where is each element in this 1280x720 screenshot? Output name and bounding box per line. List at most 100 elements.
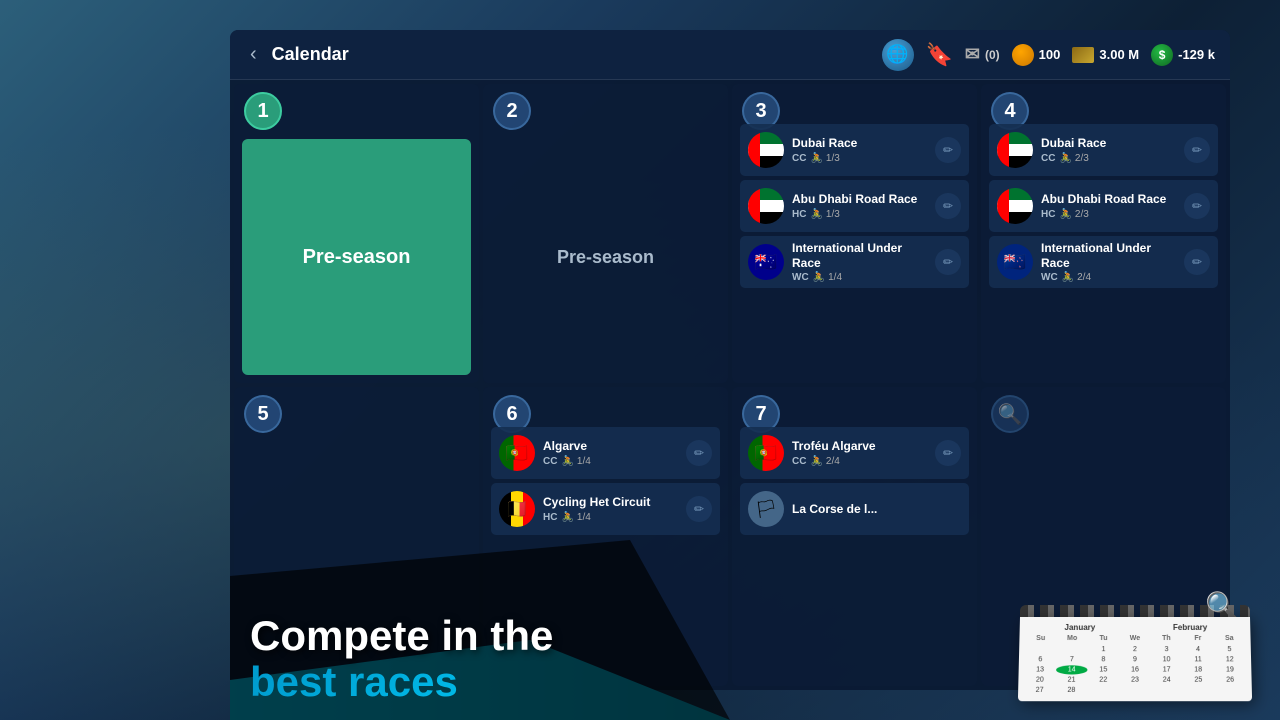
week-number-2: 2 [493, 92, 531, 130]
week-number-8: 🔍 [991, 395, 1029, 433]
flag-por-w7r1: 🇵🇹 [748, 435, 784, 471]
balance-value: -129 k [1178, 47, 1215, 62]
balance-stat: $ -129 k [1151, 44, 1215, 66]
race-fraction-w3r1: 🚴 1/3 [810, 153, 839, 164]
cal-head-mo: Mo [1057, 635, 1088, 642]
flag-uae-w4r1 [997, 132, 1033, 168]
message-count: (0) [985, 48, 1000, 62]
race-type-w6r2: HC [543, 512, 557, 523]
race-type-w4r2: HC [1041, 209, 1055, 220]
cal-day-25: 25 [1183, 676, 1214, 685]
edit-btn-w6r2[interactable]: ✏ [686, 496, 712, 522]
cal-day-21: 21 [1056, 676, 1087, 685]
bottom-overlay: Compete in the best races [230, 598, 680, 720]
preseason-cell-2[interactable]: Pre-season [491, 139, 720, 375]
race-fraction-w3r2: 🚴 1/3 [810, 209, 839, 220]
cal-day-11: 11 [1183, 655, 1214, 664]
preseason-text-2: Pre-season [557, 247, 654, 268]
message-stat: ✉ (0) [965, 44, 1000, 65]
globe-icon[interactable]: 🌐 [882, 39, 914, 71]
coin-icon [1012, 44, 1034, 66]
race-type-row-w6r2: HC 🚴 1/4 [543, 512, 678, 523]
bike-icon-w4r3: 🚴 [1062, 272, 1074, 283]
bike-icon-w3r1: 🚴 [810, 153, 822, 164]
week-number-1: 1 [244, 92, 282, 130]
cal-day-empty2: · [1057, 645, 1088, 654]
race-name-w6r2: Cycling Het Circuit [543, 495, 678, 509]
race-card-w3r3[interactable]: 🇦🇺 International Under Race WC 🚴 1/4 ✏ [740, 236, 969, 288]
edit-btn-w3r3[interactable]: ✏ [935, 249, 961, 275]
cal-day-9: 9 [1120, 655, 1151, 664]
race-info-w4r1: Dubai Race CC 🚴 2/3 [1041, 136, 1176, 163]
week-cell-7: 7 🇵🇹 Troféu Algarve CC 🚴 2/4 ✏ 🏳 [732, 387, 977, 686]
cal-day-27: 27 [1024, 686, 1055, 695]
message-icon: ✉ [965, 44, 980, 65]
edit-btn-w3r1[interactable]: ✏ [935, 137, 961, 163]
bike-icon-w7r1: 🚴 [810, 456, 822, 467]
week-number-5: 5 [244, 395, 282, 433]
race-name-w4r1: Dubai Race [1041, 136, 1176, 150]
topbar-icons: 🌐 🔖 ✉ (0) 100 3.00 M $ -129 k [882, 39, 1216, 71]
edit-btn-w4r1[interactable]: ✏ [1184, 137, 1210, 163]
cal-day-24: 24 [1151, 676, 1182, 685]
race-info-w6r2: Cycling Het Circuit HC 🚴 1/4 [543, 495, 678, 522]
race-info-w4r3: International Under Race WC 🚴 2/4 [1041, 241, 1176, 283]
edit-btn-w3r2[interactable]: ✏ [935, 193, 961, 219]
race-card-w3r1[interactable]: Dubai Race CC 🚴 1/3 ✏ [740, 124, 969, 176]
race-type-row-w4r1: CC 🚴 2/3 [1041, 153, 1176, 164]
cal-head-th: Th [1151, 635, 1181, 642]
cal-day-3: 3 [1151, 645, 1182, 654]
cal-head-tu: Tu [1088, 635, 1118, 642]
race-type-w3r2: HC [792, 209, 806, 220]
race-type-w3r3: WC [792, 272, 809, 283]
flag-uae-w3r2 [748, 188, 784, 224]
bookmark-icon[interactable]: 🔖 [926, 42, 953, 68]
edit-btn-w7r1[interactable]: ✏ [935, 440, 961, 466]
topbar: ‹ Calendar 🌐 🔖 ✉ (0) 100 3.00 M $ -129 k [230, 30, 1230, 80]
back-button[interactable]: ‹ [245, 38, 262, 71]
cal-day-10: 10 [1151, 655, 1182, 664]
edit-btn-w6r1[interactable]: ✏ [686, 440, 712, 466]
race-fraction-w7r1: 🚴 2/4 [810, 456, 839, 467]
race-type-row-w4r2: HC 🚴 2/3 [1041, 209, 1176, 220]
cal-grid: · · 1 2 3 4 5 6 7 8 9 10 11 12 13 14 15 … [1024, 645, 1246, 695]
race-name-w4r2: Abu Dhabi Road Race [1041, 192, 1176, 206]
race-card-w7r1[interactable]: 🇵🇹 Troféu Algarve CC 🚴 2/4 ✏ [740, 427, 969, 479]
race-fraction-w3r3: 🚴 1/4 [813, 272, 842, 283]
race-name-w4r3: International Under Race [1041, 241, 1176, 270]
money-icon [1072, 47, 1094, 63]
edit-btn-w4r3[interactable]: ✏ [1184, 249, 1210, 275]
edit-btn-w4r2[interactable]: ✏ [1184, 193, 1210, 219]
race-card-w7r2[interactable]: 🏳 La Corse de l... [740, 483, 969, 535]
race-card-w6r2[interactable]: 🇧🇪 Cycling Het Circuit HC 🚴 1/4 ✏ [491, 483, 720, 535]
week-8-label: 🔍 [998, 402, 1023, 427]
week-cell-2: 2 Pre-season [483, 84, 728, 383]
race-fraction-w4r3: 🚴 2/4 [1062, 272, 1091, 283]
race-type-row-w4r3: WC 🚴 2/4 [1041, 272, 1176, 283]
race-info-w3r2: Abu Dhabi Road Race HC 🚴 1/3 [792, 192, 927, 219]
cal-day-28: 28 [1056, 686, 1087, 695]
cal-day-12: 12 [1214, 655, 1245, 664]
cal-day-5: 5 [1214, 645, 1245, 654]
cal-day-15: 15 [1088, 665, 1119, 674]
race-type-row-w3r1: CC 🚴 1/3 [792, 153, 927, 164]
cal-day-4: 4 [1183, 645, 1214, 654]
race-card-w4r1[interactable]: Dubai Race CC 🚴 2/3 ✏ [989, 124, 1218, 176]
race-type-row-w3r3: WC 🚴 1/4 [792, 272, 927, 283]
cal-month-label: January February [1026, 623, 1245, 632]
flag-aus-w3r3: 🇦🇺 [748, 244, 784, 280]
race-card-w4r2[interactable]: Abu Dhabi Road Race HC 🚴 2/3 ✏ [989, 180, 1218, 232]
cal-day-22: 22 [1088, 676, 1119, 685]
cal-header: Su Mo Tu We Th Fr Sa [1025, 635, 1244, 642]
cal-day-19: 19 [1215, 665, 1246, 674]
race-card-w4r3[interactable]: 🇳🇿 International Under Race WC 🚴 2/4 ✏ [989, 236, 1218, 288]
preseason-cell-1[interactable]: Pre-season [242, 139, 471, 375]
race-card-w3r2[interactable]: Abu Dhabi Road Race HC 🚴 1/3 ✏ [740, 180, 969, 232]
bike-icon-w3r3: 🚴 [813, 272, 825, 283]
race-info-w4r2: Abu Dhabi Road Race HC 🚴 2/3 [1041, 192, 1176, 219]
race-card-w6r1[interactable]: 🇵🇹 Algarve CC 🚴 1/4 ✏ [491, 427, 720, 479]
race-fraction-w6r2: 🚴 1/4 [561, 512, 590, 523]
flag-uae-w4r2 [997, 188, 1033, 224]
cal-day-2: 2 [1120, 645, 1151, 654]
cal-month2: February [1136, 623, 1244, 632]
